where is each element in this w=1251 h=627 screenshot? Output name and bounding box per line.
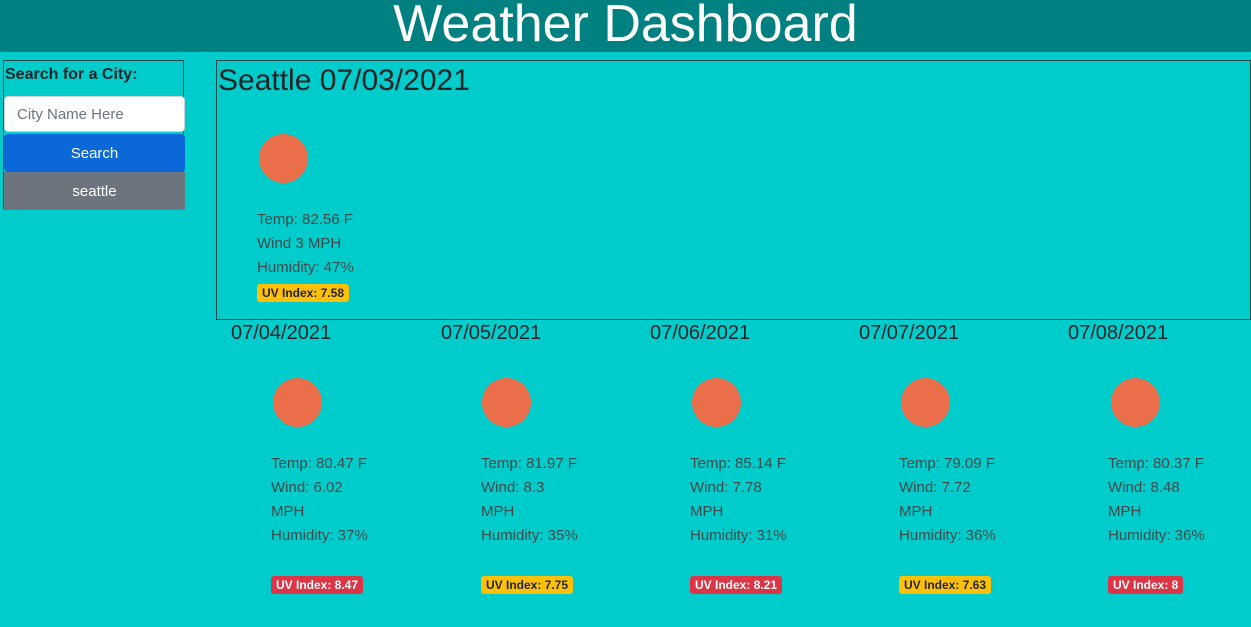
current-city-title: Seattle 07/03/2021: [218, 64, 470, 97]
forecast-uv-badge: UV Index: 8: [1108, 576, 1184, 594]
forecast-card: 07/07/2021 Temp: 79.09 F Wind: 7.72 MPH …: [859, 320, 1059, 620]
current-wind: Wind 3 MPH: [257, 235, 342, 252]
forecast-uv-badge: UV Index: 7.75: [481, 576, 574, 594]
sun-icon: [692, 378, 741, 427]
forecast-stats: Temp: 80.37 F Wind: 8.48 MPH Humidity: 3…: [1108, 452, 1208, 548]
forecast-stats: Temp: 80.47 F Wind: 6.02 MPH Humidity: 3…: [271, 452, 371, 548]
page-header: Weather Dashboard: [0, 0, 1251, 52]
search-button[interactable]: Search: [4, 134, 185, 172]
forecast-date: 07/06/2021: [650, 322, 751, 344]
search-label: Search for a City:: [5, 66, 138, 83]
forecast-temp: Temp: 80.37 F: [1108, 455, 1204, 472]
sun-icon: [901, 378, 950, 427]
current-weather-panel: Seattle 07/03/2021 Temp: 82.56 F Wind 3 …: [216, 60, 1251, 320]
current-temp: Temp: 82.56 F: [257, 211, 353, 228]
city-search-input[interactable]: [4, 96, 185, 132]
forecast-card: 07/08/2021 Temp: 80.37 F Wind: 8.48 MPH …: [1068, 320, 1251, 620]
forecast-date: 07/07/2021: [859, 322, 960, 344]
forecast-wind: Wind: 6.02 MPH: [271, 479, 343, 520]
sun-icon: [1111, 378, 1160, 427]
history-button-seattle[interactable]: seattle: [4, 172, 185, 210]
forecast-humidity: Humidity: 36%: [1108, 527, 1205, 544]
forecast-humidity: Humidity: 36%: [899, 527, 996, 544]
forecast-wind: Wind: 7.72 MPH: [899, 479, 971, 520]
sun-icon: [482, 378, 531, 427]
forecast-card: 07/05/2021 Temp: 81.97 F Wind: 8.3 MPH H…: [441, 320, 641, 620]
forecast-humidity: Humidity: 35%: [481, 527, 578, 544]
forecast-uv-badge: UV Index: 8.47: [271, 576, 364, 594]
current-humidity: Humidity: 47%: [257, 259, 354, 276]
forecast-humidity: Humidity: 37%: [271, 527, 368, 544]
forecast-card: 07/04/2021 Temp: 80.47 F Wind: 6.02 MPH …: [231, 320, 431, 620]
forecast-card: 07/06/2021 Temp: 85.14 F Wind: 7.78 MPH …: [650, 320, 850, 620]
forecast-wind: Wind: 8.48 MPH: [1108, 479, 1180, 520]
page-title: Weather Dashboard: [393, 0, 858, 52]
forecast-temp: Temp: 79.09 F: [899, 455, 995, 472]
forecast-temp: Temp: 80.47 F: [271, 455, 367, 472]
forecast-stats: Temp: 79.09 F Wind: 7.72 MPH Humidity: 3…: [899, 452, 999, 548]
forecast-temp: Temp: 85.14 F: [690, 455, 786, 472]
forecast-stats: Temp: 81.97 F Wind: 8.3 MPH Humidity: 35…: [481, 452, 581, 548]
forecast-uv-badge: UV Index: 7.63: [899, 576, 992, 594]
forecast-uv-badge: UV Index: 8.21: [690, 576, 783, 594]
sun-icon: [273, 378, 322, 427]
forecast-wind: Wind: 8.3 MPH: [481, 479, 545, 520]
current-uv-badge: UV Index: 7.58: [257, 284, 350, 302]
search-panel: Search for a City: Search seattle: [3, 60, 185, 210]
forecast-stats: Temp: 85.14 F Wind: 7.78 MPH Humidity: 3…: [690, 452, 790, 548]
forecast-wind: Wind: 7.78 MPH: [690, 479, 762, 520]
forecast-date: 07/05/2021: [441, 322, 542, 344]
forecast-date: 07/08/2021: [1068, 322, 1169, 344]
sun-icon: [259, 134, 308, 183]
forecast-humidity: Humidity: 31%: [690, 527, 787, 544]
forecast-temp: Temp: 81.97 F: [481, 455, 577, 472]
forecast-date: 07/04/2021: [231, 322, 332, 344]
